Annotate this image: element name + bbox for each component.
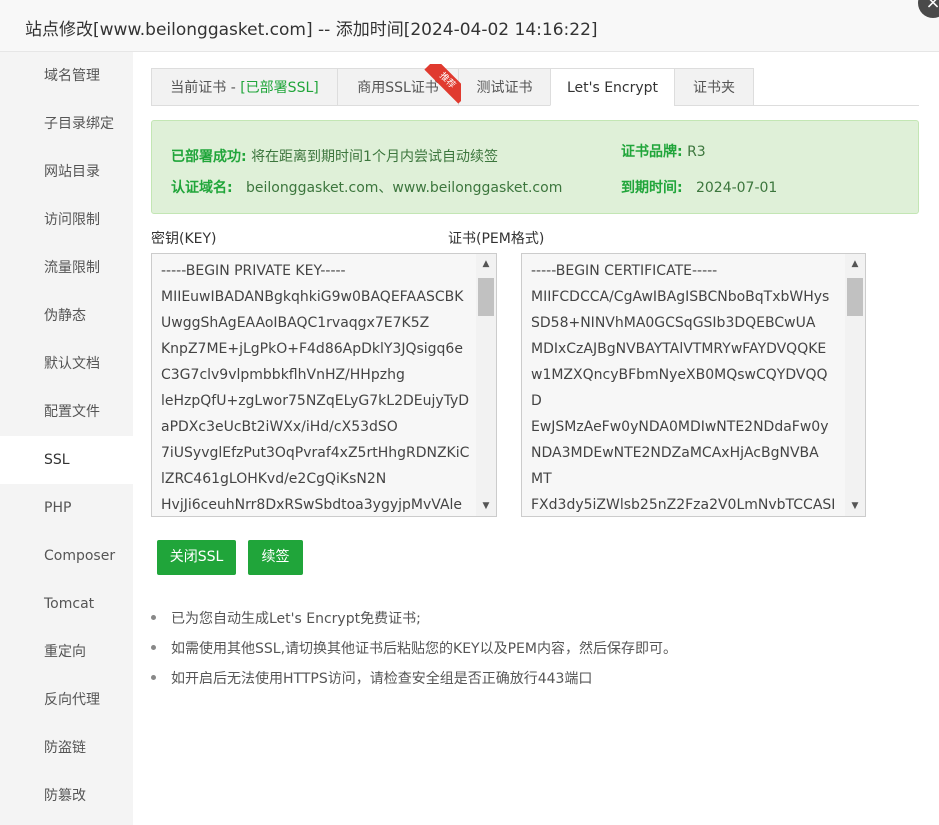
- scroll-down-icon[interactable]: ▼: [476, 496, 496, 516]
- sidebar-item-config[interactable]: 配置文件: [0, 388, 133, 436]
- tab-commercial-ssl[interactable]: 商用SSL证书: [337, 68, 459, 106]
- sidebar-item-tamper-proof[interactable]: 防篡改: [0, 772, 133, 820]
- sidebar-item-tomcat[interactable]: Tomcat: [0, 580, 133, 628]
- key-line: lZRC461gLOHKvd/e2CgQiKsN2N: [161, 471, 387, 487]
- close-ssl-button[interactable]: 关闭SSL: [157, 540, 236, 575]
- key-line: aPDXc3eUcBt2iWXx/iHd/cX53dSO: [161, 419, 398, 435]
- ssl-panel: 当前证书 - [已部署SSL] 商用SSL证书 测试证书 Let's Encry…: [133, 52, 939, 825]
- sidebar-item-composer[interactable]: Composer: [0, 532, 133, 580]
- key-line: KnpZ7ME+jLgPkO+F4d86ApDklY3JQsigq6e: [161, 341, 463, 357]
- sidebar-item-reverse-proxy[interactable]: 反向代理: [0, 676, 133, 724]
- dialog-title: 站点修改[www.beilonggasket.com] -- 添加时间[2024…: [25, 20, 598, 40]
- cert-line: MDIxCzAJBgNVBAYTAlVTMRYwFAYDVQQKE: [531, 341, 827, 357]
- renew-button[interactable]: 续签: [248, 540, 303, 575]
- cert-label: 证书(PEM格式): [448, 231, 545, 247]
- sidebar-item-subdir[interactable]: 子目录绑定: [0, 100, 133, 148]
- sidebar-item-domain[interactable]: 域名管理: [0, 52, 133, 100]
- cert-line: EwJSMzAeFw0yNDA0MDIwNTE2NDdaFw0y: [531, 419, 829, 435]
- cert-line: MT: [531, 471, 552, 487]
- sidebar-item-rewrite[interactable]: 伪静态: [0, 292, 133, 340]
- cert-line: NDA3MDEwNTE2NDZaMCAxHjAcBgNVBA: [531, 445, 819, 461]
- cert-line: w1MZXQncyBFbmNyeXB0MQswCQYDVQQ: [531, 367, 828, 383]
- tip-text: 如开启后无法使用HTTPS访问，请检查安全组是否正确放行443端口: [171, 671, 593, 687]
- domain-value: beilonggasket.com、www.beilonggasket.com: [245, 180, 563, 196]
- cert-scrollbar[interactable]: ▲ ▼: [845, 254, 865, 516]
- scroll-up-icon[interactable]: ▲: [476, 254, 496, 274]
- sidebar-item-ssl[interactable]: SSL: [0, 436, 133, 484]
- scroll-thumb[interactable]: [478, 278, 494, 316]
- key-line: MIIEuwIBADANBgkqhkiG9w0BAQEFAASCBK: [161, 289, 464, 305]
- sidebar: 域名管理 子目录绑定 网站目录 访问限制 流量限制 伪静态 默认文档 配置文件 …: [0, 52, 133, 825]
- cert-textarea[interactable]: -----BEGIN CERTIFICATE----- MIIFCDCCA/Cg…: [521, 253, 866, 517]
- key-label: 密钥(KEY): [151, 231, 217, 247]
- tab-current-cert[interactable]: 当前证书 - [已部署SSL]: [151, 68, 338, 106]
- key-line: -----BEGIN PRIVATE KEY-----: [161, 263, 346, 279]
- key-textarea[interactable]: -----BEGIN PRIVATE KEY----- MIIEuwIBADAN…: [151, 253, 497, 517]
- key-line: 7iUSyvglEfzPut3OqPvraf4xZ5rtHhgRDNZKiC: [161, 445, 470, 461]
- cert-line: SD58+NINVhMA0GCSqGSIb3DQEBCwUA: [531, 315, 816, 331]
- sidebar-item-php[interactable]: PHP: [0, 484, 133, 532]
- tab-letsencrypt[interactable]: Let's Encrypt: [550, 68, 675, 106]
- brand-key: 证书品牌:: [621, 144, 683, 160]
- sidebar-item-default-doc[interactable]: 默认文档: [0, 340, 133, 388]
- scroll-up-icon[interactable]: ▲: [845, 254, 865, 274]
- sidebar-item-redirect[interactable]: 重定向: [0, 628, 133, 676]
- brand-value: R3: [687, 144, 706, 160]
- cert-line: D: [531, 393, 542, 409]
- deployed-value: 将在距离到期时间1个月内尝试自动续签: [251, 149, 498, 165]
- tab-current-cert-label: 当前证书 -: [170, 80, 241, 96]
- expire-line: 到期时间: 2024-07-01: [621, 177, 777, 197]
- key-text: -----BEGIN PRIVATE KEY----- MIIEuwIBADAN…: [161, 258, 470, 516]
- domain-key: 认证域名:: [171, 180, 233, 196]
- tip-text: 已为您自动生成Let's Encrypt免费证书;: [171, 611, 421, 627]
- key-line: UwggShAgEAAoIBAQC1rvaqgx7E7K5Z: [161, 315, 430, 331]
- deployed-line: 已部署成功: 将在距离到期时间1个月内尝试自动续签: [171, 146, 498, 166]
- key-line: HvjJi6ceuhNrr8DxRSwSbdtoa3ygyjpMvVAle: [161, 497, 463, 513]
- cert-text: -----BEGIN CERTIFICATE----- MIIFCDCCA/Cg…: [531, 258, 836, 516]
- sidebar-item-traffic-limit[interactable]: 流量限制: [0, 244, 133, 292]
- expire-value: 2024-07-01: [695, 180, 778, 196]
- ssl-status-notice: 已部署成功: 将在距离到期时间1个月内尝试自动续签 认证域名: beilongg…: [151, 120, 919, 214]
- cert-line: -----BEGIN CERTIFICATE-----: [531, 263, 718, 279]
- bullet-icon: [151, 615, 156, 620]
- bullet-icon: [151, 645, 156, 650]
- sidebar-item-hotlink[interactable]: 防盗链: [0, 724, 133, 772]
- key-scrollbar[interactable]: ▲ ▼: [476, 254, 496, 516]
- dialog-titlebar: 站点修改[www.beilonggasket.com] -- 添加时间[2024…: [0, 0, 939, 52]
- deployed-key: 已部署成功:: [171, 149, 247, 165]
- sidebar-item-site-dir[interactable]: 网站目录: [0, 148, 133, 196]
- brand-line: 证书品牌: R3: [621, 141, 706, 161]
- tip-text: 如需使用其他SSL,请切换其他证书后粘贴您的KEY以及PEM内容，然后保存即可。: [171, 641, 677, 657]
- scroll-thumb[interactable]: [847, 278, 863, 316]
- expire-key: 到期时间:: [621, 180, 683, 196]
- cert-line: MIIFCDCCA/CgAwIBAgISBCNboBqTxbWHys: [531, 289, 830, 305]
- cert-line: FXd3dy5iZWlsb25nZ2Fza2V0LmNvbTCCASI: [531, 497, 836, 513]
- tab-current-cert-status: [已部署SSL]: [240, 80, 319, 96]
- ssl-tabs: 当前证书 - [已部署SSL] 商用SSL证书 测试证书 Let's Encry…: [151, 64, 919, 106]
- sidebar-item-access-limit[interactable]: 访问限制: [0, 196, 133, 244]
- bullet-icon: [151, 675, 156, 680]
- tab-cert-folder[interactable]: 证书夹: [674, 68, 754, 106]
- site-edit-dialog: 站点修改[www.beilonggasket.com] -- 添加时间[2024…: [0, 0, 939, 825]
- scroll-down-icon[interactable]: ▼: [845, 496, 865, 516]
- domain-line: 认证域名: beilonggasket.com、www.beilonggaske…: [171, 177, 562, 197]
- key-line: C3G7clv9vlpmbbkflhVnHZ/HHpzhg: [161, 367, 405, 383]
- key-line: leHzpQfU+zgLwor75NZqELyG7kL2DEujyTyD: [161, 393, 470, 409]
- tab-test-cert[interactable]: 测试证书: [458, 68, 551, 106]
